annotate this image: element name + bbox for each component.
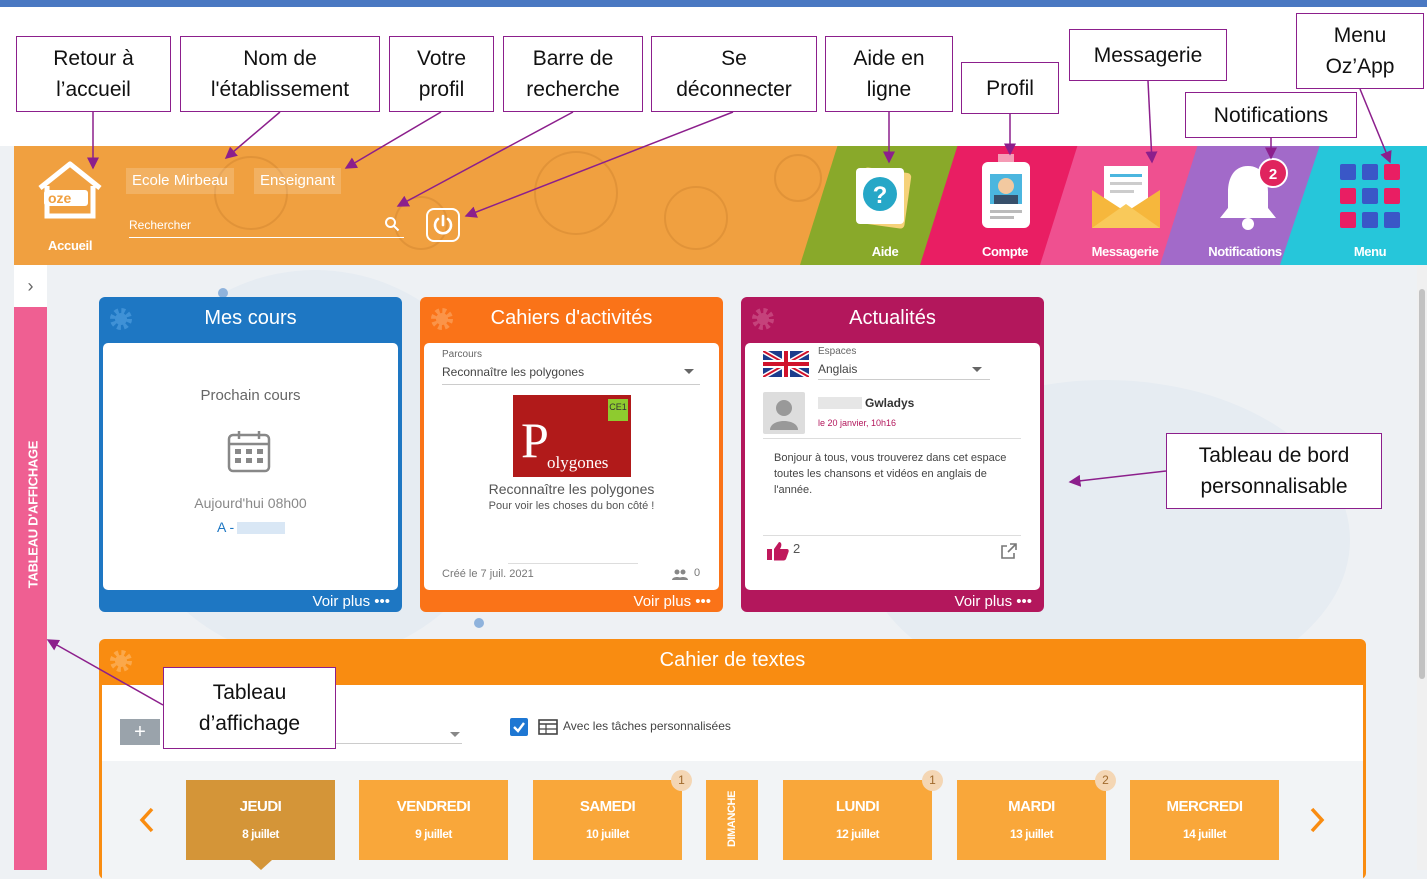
annotation-arrows	[46, 80, 1392, 706]
